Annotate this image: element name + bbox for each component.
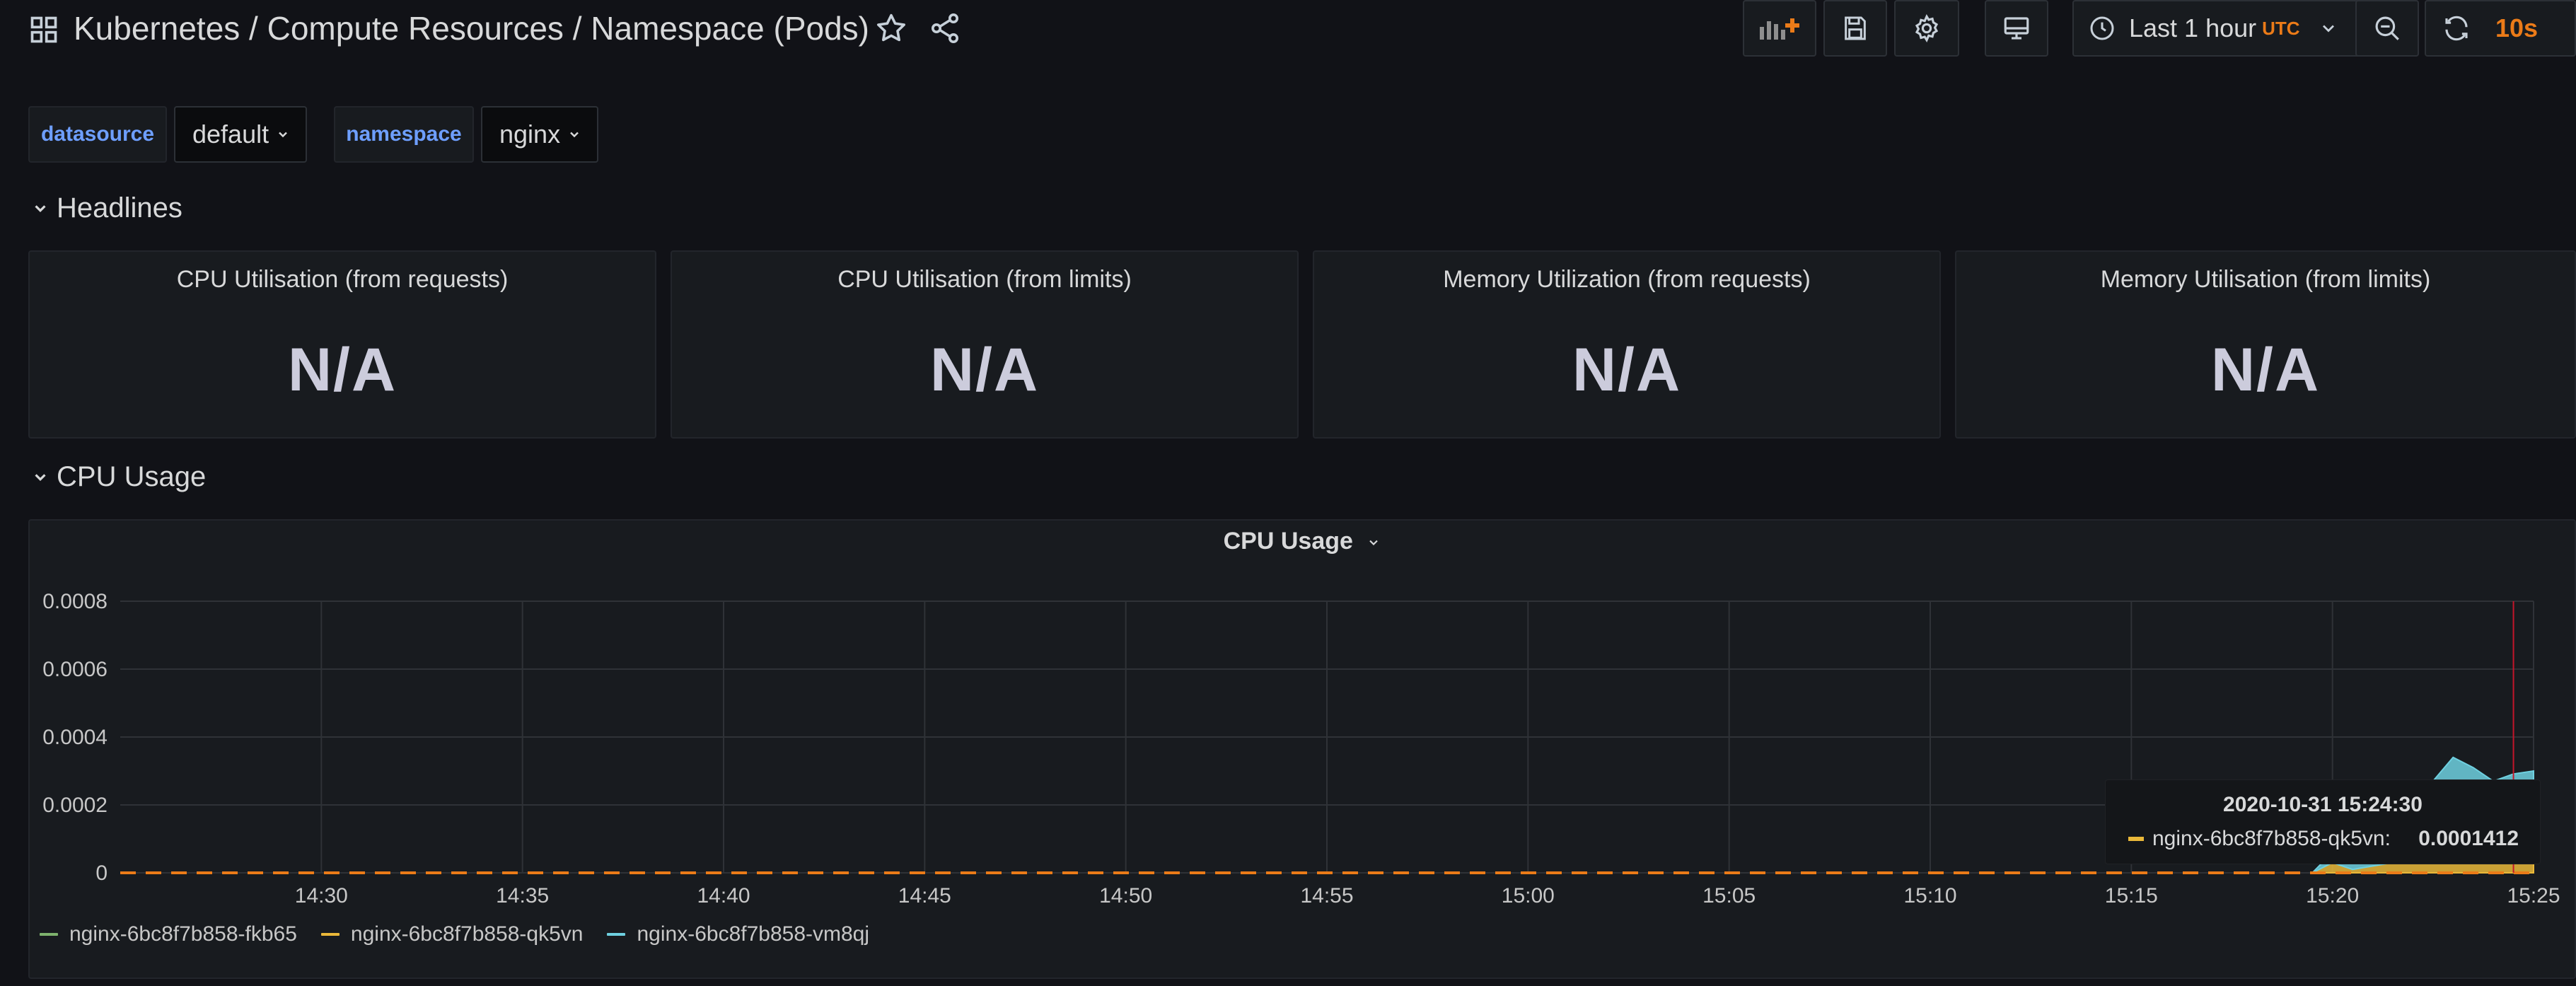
- tooltip-swatch: [2128, 837, 2144, 841]
- legend-item[interactable]: nginx-6bc8f7b858-fkb65: [40, 922, 297, 946]
- tooltip-time: 2020-10-31 15:24:30: [2223, 793, 2423, 816]
- x-tick-label: 14:35: [496, 884, 549, 907]
- y-tick-label: 0.0008: [42, 590, 108, 613]
- graph-tooltip: 2020-10-31 15:24:30 nginx-6bc8f7b858-qk5…: [2105, 779, 2541, 864]
- x-tick-label: 14:50: [1099, 884, 1152, 907]
- y-tick-label: 0.0006: [42, 658, 108, 681]
- x-tick-label: 15:15: [2105, 884, 2158, 907]
- x-tick-label: 14:55: [1300, 884, 1353, 907]
- legend-swatch: [40, 933, 58, 936]
- x-tick-label: 14:30: [295, 884, 348, 907]
- y-tick-label: 0.0002: [42, 794, 108, 817]
- graph-legend: nginx-6bc8f7b858-fkb65 nginx-6bc8f7b858-…: [40, 922, 869, 946]
- tooltip-row: nginx-6bc8f7b858-qk5vn: 0.0001412: [2128, 827, 2519, 851]
- legend-label: nginx-6bc8f7b858-qk5vn: [350, 922, 584, 946]
- legend-item[interactable]: nginx-6bc8f7b858-qk5vn: [320, 922, 584, 946]
- legend-swatch: [320, 933, 340, 936]
- x-tick-label: 15:20: [2306, 884, 2359, 907]
- x-tick-label: 15:25: [2507, 884, 2560, 907]
- x-tick-label: 15:10: [1903, 884, 1956, 907]
- x-tick-label: 14:45: [898, 884, 951, 907]
- tooltip-value: 0.0001412: [2418, 827, 2519, 850]
- tooltip-series: nginx-6bc8f7b858-qk5vn:: [2152, 827, 2391, 850]
- legend-label: nginx-6bc8f7b858-fkb65: [69, 922, 297, 946]
- legend-label: nginx-6bc8f7b858-vm8qj: [637, 922, 870, 946]
- y-tick-label: 0: [95, 862, 108, 885]
- x-tick-label: 15:00: [1502, 884, 1555, 907]
- legend-item[interactable]: nginx-6bc8f7b858-vm8qj: [607, 922, 869, 946]
- x-tick-label: 14:40: [697, 884, 750, 907]
- legend-swatch: [607, 933, 626, 936]
- y-tick-label: 0.0004: [42, 726, 108, 749]
- x-tick-label: 15:05: [1702, 884, 1756, 907]
